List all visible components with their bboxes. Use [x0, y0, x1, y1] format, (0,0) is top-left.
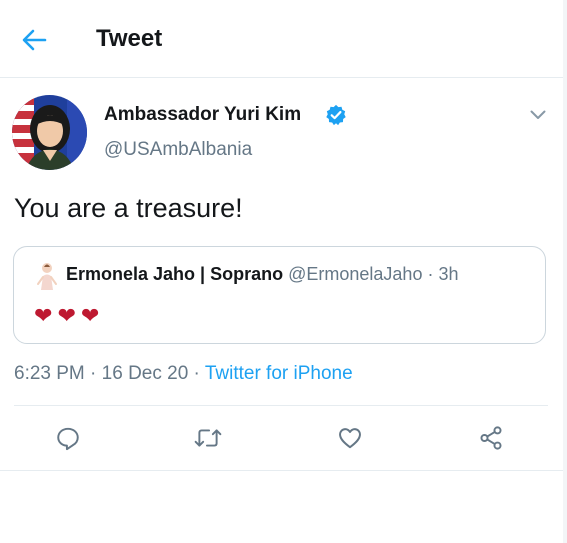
- like-button[interactable]: [335, 423, 365, 453]
- tweet-text: You are a treasure!: [14, 193, 243, 223]
- meta-separator: ·: [188, 363, 205, 384]
- author-name[interactable]: Ambassador Yuri Kim: [104, 104, 301, 126]
- reply-icon: [57, 427, 79, 451]
- share-icon: [480, 426, 502, 450]
- quote-author-handle: @ErmonelaJaho: [288, 264, 423, 284]
- heart-icon: [339, 428, 361, 449]
- page-title: Tweet: [96, 25, 163, 52]
- verified-badge-icon: [326, 104, 346, 126]
- more-options-button[interactable]: [526, 103, 550, 127]
- arrow-left-icon: [22, 29, 47, 51]
- tweet-time[interactable]: 6:23 PM: [14, 363, 85, 384]
- tweet-header: Tweet: [0, 0, 563, 78]
- heart-emoji-icon: ❤: [80, 303, 100, 328]
- quote-author-name: Ermonela Jaho | Soprano: [66, 264, 284, 284]
- divider: [0, 470, 563, 471]
- tweet-source-link[interactable]: Twitter for iPhone: [205, 363, 353, 384]
- share-button[interactable]: [476, 423, 506, 453]
- quote-header: Ermonela Jaho | Soprano @ErmonelaJaho · …: [66, 264, 459, 285]
- meta-separator: ·: [84, 363, 102, 384]
- retweet-icon: [194, 429, 222, 447]
- action-bar: [0, 406, 563, 470]
- scrollbar-track: [563, 0, 567, 543]
- quote-text: ❤ ❤ ❤: [34, 305, 99, 327]
- retweet-button[interactable]: [193, 423, 223, 453]
- tweet-date[interactable]: 16 Dec 20: [102, 363, 189, 384]
- reply-button[interactable]: [53, 423, 83, 453]
- quote-author-avatar: [37, 263, 57, 290]
- author-avatar[interactable]: [12, 95, 87, 170]
- tweet-metadata: 6:23 PM · 16 Dec 20 · Twitter for iPhone: [14, 363, 353, 385]
- heart-emoji-icon: ❤: [34, 303, 53, 328]
- quote-age: 3h: [438, 264, 459, 284]
- author-handle[interactable]: @USAmbAlbania: [104, 139, 252, 161]
- back-button[interactable]: [18, 26, 50, 54]
- heart-emoji-icon: ❤: [57, 303, 76, 328]
- chevron-down-icon: [530, 110, 546, 119]
- quoted-tweet-card[interactable]: Ermonela Jaho | Soprano @ErmonelaJaho · …: [13, 246, 546, 344]
- quote-separator: ·: [427, 264, 439, 284]
